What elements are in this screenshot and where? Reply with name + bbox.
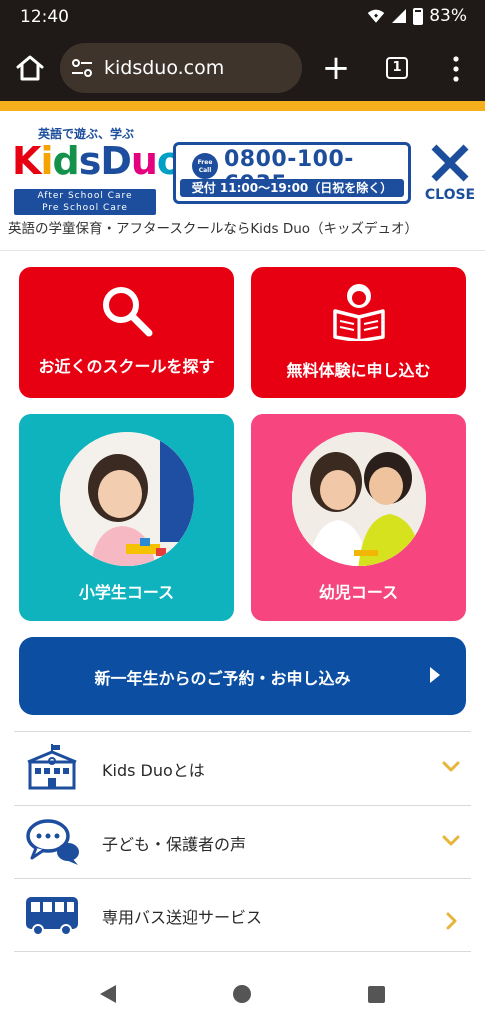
accordion-label: Kids Duoとは — [102, 761, 205, 780]
new-tab-button[interactable]: + — [318, 50, 354, 86]
chevron-right-icon — [446, 912, 457, 930]
find-school-label: お近くのスクールを探す — [38, 357, 215, 376]
address-bar[interactable]: kidsduo.com — [60, 43, 302, 93]
back-icon[interactable] — [100, 985, 116, 1003]
phone-hours: 受付 11:00〜19:00（日祝を除く） — [180, 179, 404, 197]
elementary-course-photo — [59, 432, 194, 566]
site-settings-icon[interactable] — [70, 56, 94, 80]
tab-switcher-button[interactable]: 1 — [386, 57, 408, 79]
battery-percent: 83% — [429, 6, 467, 26]
logo-wordmark: KidsDuo — [12, 139, 183, 183]
accordion-voices[interactable]: 子ども・保護者の声 — [14, 805, 471, 879]
accordion-label: 専用バス送迎サービス — [102, 908, 263, 927]
logo-subtitle: After School Care Pre School Care — [14, 189, 156, 215]
logo-sub-line-1: After School Care — [37, 191, 133, 201]
home-icon[interactable] — [14, 52, 46, 84]
chevron-down-icon — [442, 835, 460, 846]
phone-contact[interactable]: Free Call 0800-100-6935 受付 11:00〜19:00（日… — [173, 142, 411, 204]
close-icon — [431, 144, 469, 182]
preschool-course-tile[interactable]: 幼児コース — [251, 414, 466, 621]
accordion-next-partial — [14, 951, 471, 962]
more-menu-icon[interactable] — [446, 54, 466, 84]
new-first-grader-reservation-button[interactable]: 新一年生からのご予約・お申し込み — [19, 637, 466, 715]
accordion-bus-service[interactable]: 専用バス送迎サービス — [14, 878, 471, 952]
bus-icon — [26, 897, 78, 936]
browser-toolbar: kidsduo.com + 1 — [0, 36, 485, 101]
signal-icon — [392, 9, 407, 23]
close-button[interactable]: CLOSE — [422, 143, 478, 205]
free-trial-tile[interactable]: 無料体験に申し込む — [251, 267, 466, 398]
reading-child-icon — [332, 284, 385, 341]
school-building-icon — [27, 744, 77, 790]
status-time: 12:40 — [20, 7, 69, 27]
free-call-icon: Free Call — [192, 153, 218, 179]
kids-duo-logo[interactable]: 英語で遊ぶ、学ぶ KidsDuo After School Care Pre S… — [12, 125, 183, 215]
elementary-course-tile[interactable]: 小学生コース — [19, 414, 234, 621]
close-label: CLOSE — [424, 187, 476, 203]
home-circle-icon[interactable] — [233, 985, 251, 1003]
logo-sub-line-2: Pre School Care — [42, 203, 128, 213]
cta-label: 新一年生からのご予約・お申し込み — [94, 669, 351, 688]
header-accent-bar — [0, 101, 485, 111]
accordion-about[interactable]: Kids Duoとは — [14, 731, 471, 805]
system-navigation-bar — [0, 962, 485, 1024]
wifi-icon: ◆ — [367, 9, 385, 23]
recent-apps-icon[interactable] — [368, 986, 385, 1003]
arrow-right-icon — [430, 667, 440, 683]
elementary-course-label: 小学生コース — [78, 583, 175, 602]
chevron-down-icon — [442, 761, 460, 772]
site-header: 英語で遊ぶ、学ぶ KidsDuo After School Care Pre S… — [0, 111, 485, 251]
search-icon — [102, 287, 152, 337]
status-bar: 12:40 ◆ 83% — [0, 0, 485, 36]
battery-icon — [413, 7, 424, 25]
status-icons: ◆ 83% — [367, 6, 467, 26]
speech-bubbles-icon — [26, 819, 79, 865]
preschool-course-photo — [291, 432, 426, 566]
free-trial-label: 無料体験に申し込む — [286, 361, 431, 380]
preschool-course-label: 幼児コース — [318, 583, 399, 602]
accordion-label: 子ども・保護者の声 — [102, 835, 247, 854]
site-tagline: 英語の学童保育・アフタースクールならKids Duo（キッズデュオ） — [8, 221, 419, 237]
url-text: kidsduo.com — [104, 57, 225, 79]
find-school-tile[interactable]: お近くのスクールを探す — [19, 267, 234, 398]
